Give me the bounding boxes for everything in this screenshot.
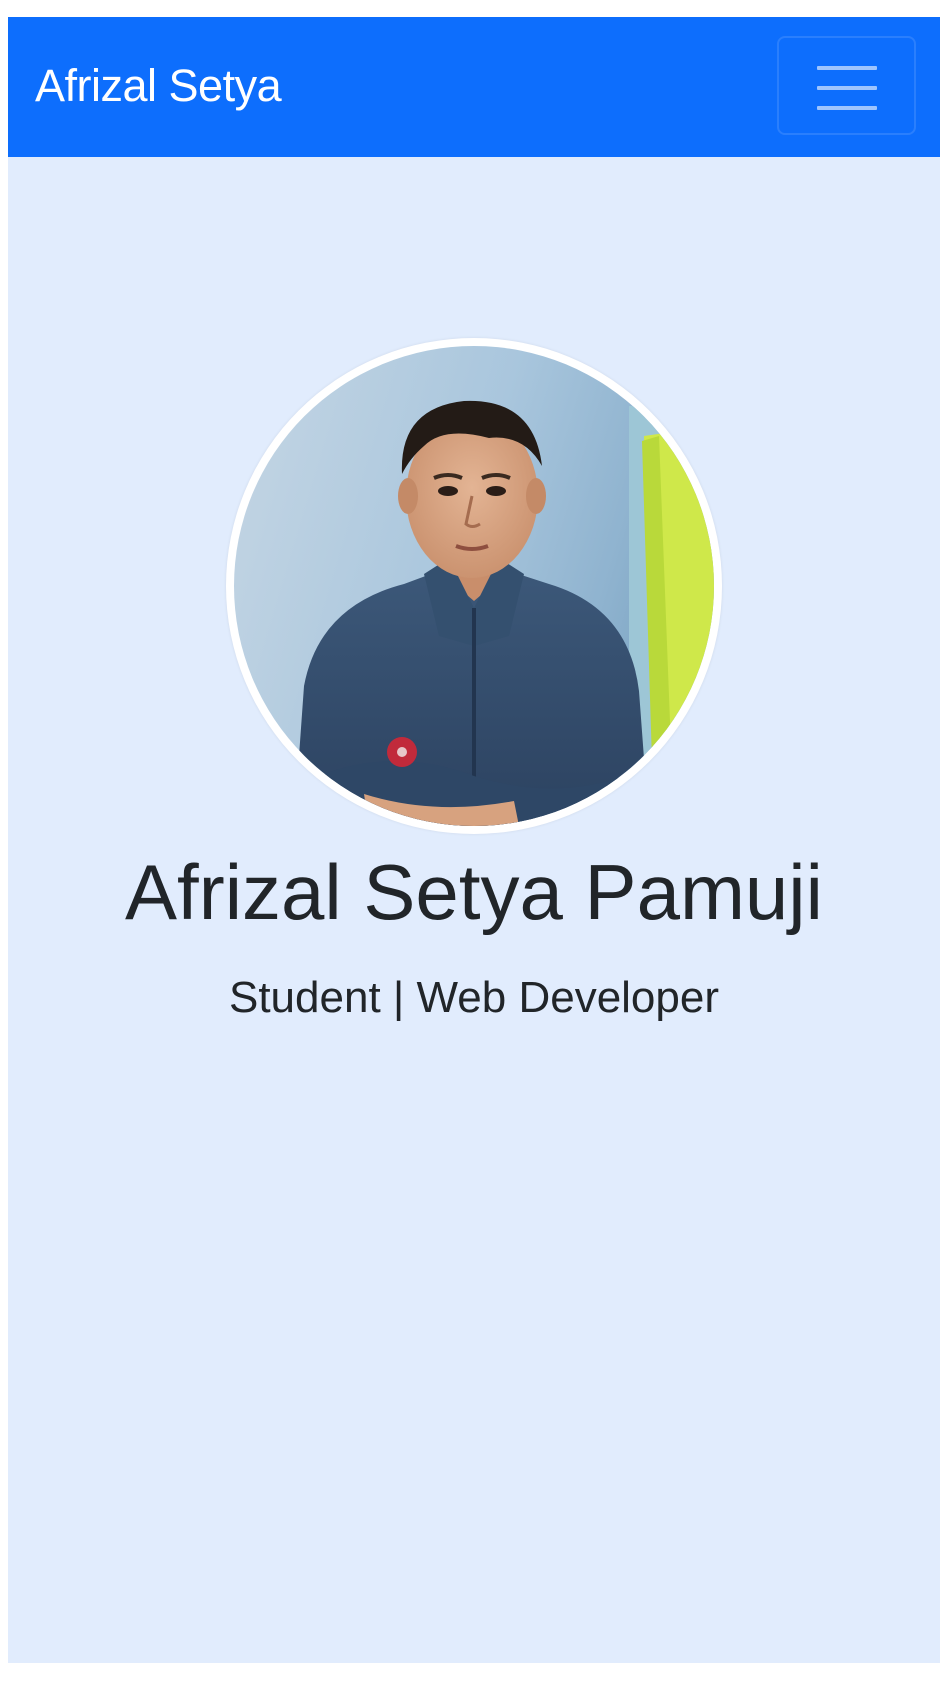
profile-photo-illustration [234,346,714,826]
profile-photo-frame [226,338,722,834]
navbar-toggle-button[interactable] [777,36,916,135]
page-viewport: Afrizal Setya Afrizal Setya Pamuji Stude… [8,17,940,1663]
hamburger-menu-icon [817,66,877,110]
hero-section: Afrizal Setya Pamuji Student | Web Devel… [8,157,940,1663]
profile-photo [234,346,714,826]
navbar: Afrizal Setya [8,17,940,157]
profile-name: Afrizal Setya Pamuji [125,848,823,936]
navbar-brand[interactable]: Afrizal Setya [35,59,282,113]
profile-subtitle: Student | Web Developer [228,973,719,1022]
